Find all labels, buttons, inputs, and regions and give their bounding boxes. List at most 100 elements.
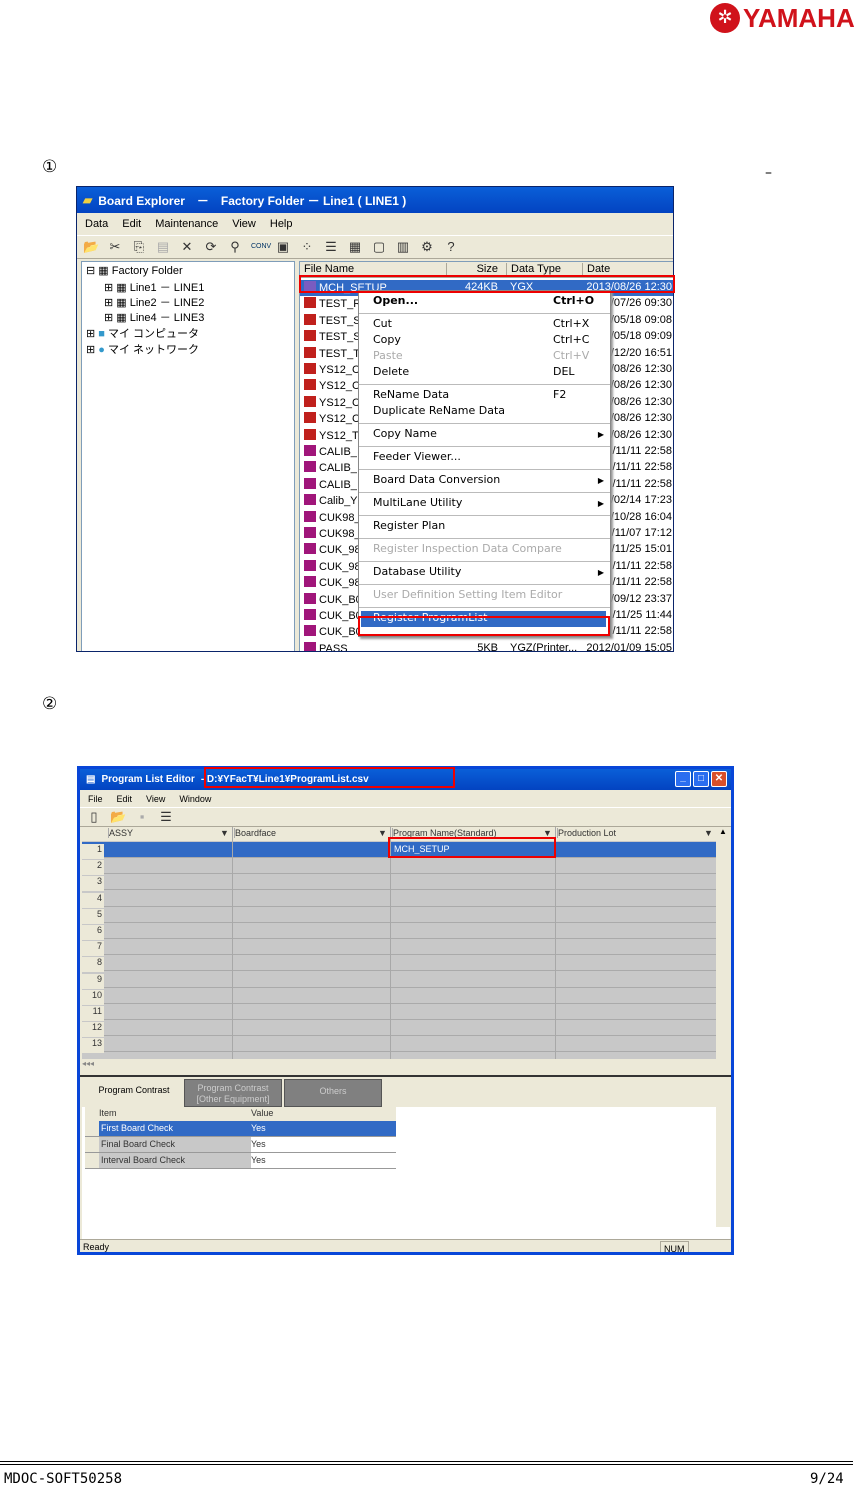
grid-row[interactable]: 4 [82,891,716,908]
list-icon[interactable]: ☰ [158,809,174,825]
tree-item-my-network[interactable]: ⊞ ● マイ ネットワーク [86,341,199,357]
tab-2[interactable]: Others [284,1079,382,1107]
row-header [85,1153,99,1168]
setting-value[interactable]: Yes [251,1139,266,1149]
cut-icon[interactable]: ✂ [107,239,123,255]
new-file-icon[interactable]: ▯ [86,809,102,825]
minimize-button[interactable]: _ [675,771,691,787]
file-name-text: CALIB_ [319,462,357,475]
context-menu-item[interactable]: Feeder Viewer... [373,450,606,466]
open-folder-icon[interactable]: 📂 [110,809,126,825]
maximize-button[interactable]: □ [693,771,709,787]
grid-row[interactable]: 13 [82,1036,716,1054]
grid-row[interactable]: 9 [82,972,716,989]
context-menu-item[interactable]: Copy Name ▶ [373,427,606,443]
context-menu-item[interactable]: Paste Ctrl+V [373,349,606,365]
column-header[interactable]: ASSY [108,828,230,838]
tree-item-line2[interactable]: ⊞ ▦ Line2 － LINE2 [104,294,204,310]
delete-icon[interactable]: ✕ [179,239,195,255]
vertical-scrollbar[interactable]: ▲ [716,827,730,1059]
menu-help[interactable]: Help [270,218,293,230]
menu-edit[interactable]: Edit [117,794,133,804]
find-icon[interactable]: ⚲ [227,239,243,255]
grid-row[interactable]: 5 [82,907,716,924]
large-icons-icon[interactable]: ▣ [275,239,291,255]
properties-icon[interactable]: ▢ [371,239,387,255]
file-date: /11/11 22:58 [612,477,672,490]
row-number: 2 [82,860,104,876]
file-name-text: CUK_B0 [319,626,362,639]
grid-row[interactable]: 12 [82,1020,716,1038]
horizontal-scrollbar[interactable]: ◂◂◂ [82,1059,730,1071]
menu-separator [359,446,610,447]
help-icon[interactable]: ? [443,239,459,255]
grid-row[interactable]: 7 [82,939,716,957]
file-name-text: CUK_98 [319,577,361,590]
details-view-icon[interactable]: ▦ [347,239,363,255]
save-icon[interactable]: ▪ [134,809,150,825]
tree-item-line1[interactable]: ⊞ ▦ Line1 － LINE1 [104,279,204,295]
context-menu-item[interactable]: Copy Ctrl+C [373,333,606,349]
context-menu-item[interactable]: Open... Ctrl+O [373,294,606,310]
column-header[interactable]: Boardface [234,828,388,838]
tab-0[interactable]: Program Contrast [84,1079,184,1107]
context-menu-item[interactable]: Delete DEL [373,365,606,381]
settings-row[interactable]: Final Board Check Yes [85,1137,396,1153]
dropdown-arrow-icon[interactable]: ▼ [220,828,229,838]
dropdown-arrow-icon[interactable]: ▼ [704,828,713,838]
context-menu-item[interactable]: Cut Ctrl+X [373,317,606,333]
grid-row[interactable]: 2 [82,858,716,876]
menu-edit[interactable]: Edit [122,218,141,230]
setting-value[interactable]: Yes [251,1155,266,1165]
context-menu-item[interactable]: Duplicate ReName Data [373,404,606,420]
grid-row[interactable]: 6 [82,923,716,940]
menu-data[interactable]: Data [85,218,108,230]
copy-icon[interactable]: ⎘ [131,239,147,255]
column-header[interactable]: Production Lot [557,828,714,838]
menu-view[interactable]: View [146,794,165,804]
paste-icon[interactable]: ▤ [155,239,171,255]
context-menu-item[interactable]: Database Utility ▶ [373,565,606,581]
grid-row[interactable]: 3 [82,874,716,892]
small-icons-icon[interactable]: ⁘ [299,239,315,255]
settings-row[interactable]: Interval Board Check Yes [85,1153,396,1169]
file-date: /11/11 22:58 [612,625,672,638]
menu-separator [359,584,610,585]
settings-tabs: Program Contrast Program Contrast [Other … [84,1077,484,1107]
settings-row[interactable]: First Board Check Yes [85,1121,396,1137]
menu-view[interactable]: View [232,218,256,230]
file-name-text: CALIB_ [319,478,357,491]
close-button[interactable]: ✕ [711,771,727,787]
context-menu-item[interactable]: Register Plan [373,519,606,535]
context-menu-item[interactable]: ReName Data F2 [373,388,606,404]
open-folder-icon[interactable]: 📂 [83,239,99,255]
vertical-scrollbar[interactable] [716,1107,730,1227]
menu-item-label: Database Utility [373,565,462,578]
context-menu-item[interactable]: User Definition Setting Item Editor [373,588,606,604]
board-file-icon [304,395,316,407]
grid-icon[interactable]: ▥ [395,239,411,255]
highlight-box [388,837,556,858]
menu-file[interactable]: File [88,794,103,804]
tree-item-line4[interactable]: ⊞ ▦ Line4 － LINE3 [104,309,204,325]
context-menu-item[interactable]: Register Inspection Data Compare [373,542,606,558]
setting-value[interactable]: Yes [251,1123,266,1133]
grid-row[interactable]: 11 [82,1004,716,1021]
context-menu-item[interactable]: MultiLane Utility ▶ [373,496,606,512]
tree-item-factory-folder[interactable]: ⊟ ▦ Factory Folder [86,264,183,277]
tab-1[interactable]: Program Contrast [Other Equipment] [184,1079,282,1107]
convert-icon[interactable]: CONV [251,239,271,255]
file-name: CALIB_ [304,477,357,491]
file-row[interactable]: PASS 5KB YGZ(Printer... 2012/01/09 15:05 [300,641,673,651]
grid-row[interactable]: 10 [82,988,716,1005]
tool-icon[interactable]: ⚙ [419,239,435,255]
file-name-text: Calib_Y [319,495,358,508]
tree-item-my-computer[interactable]: ⊞ ■ マイ コンピュータ [86,325,199,341]
list-view-icon[interactable]: ☰ [323,239,339,255]
menu-maintenance[interactable]: Maintenance [155,218,218,230]
menu-window[interactable]: Window [179,794,211,804]
dropdown-arrow-icon[interactable]: ▼ [378,828,387,838]
grid-row[interactable]: 8 [82,955,716,973]
context-menu-item[interactable]: Board Data Conversion ▶ [373,473,606,489]
refresh-icon[interactable]: ⟳ [203,239,219,255]
